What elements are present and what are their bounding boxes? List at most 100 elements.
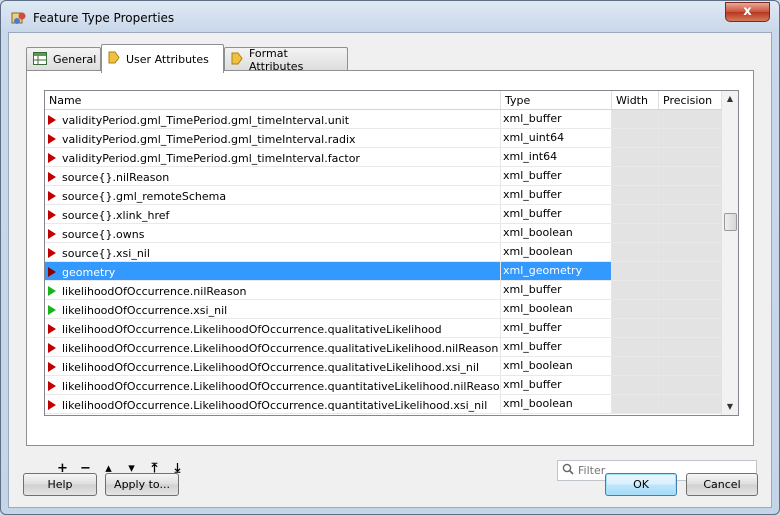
name-cell[interactable]: likelihoodOfOccurrence.LikelihoodOfOccur… bbox=[45, 357, 501, 375]
row-marker-arrow-icon bbox=[48, 229, 56, 239]
scroll-up-arrow-icon[interactable]: ▲ bbox=[722, 91, 738, 107]
width-cell bbox=[612, 224, 659, 242]
type-cell[interactable]: xml_buffer bbox=[501, 110, 612, 128]
tab-general[interactable]: General bbox=[26, 47, 101, 71]
name-cell[interactable]: validityPeriod.gml_TimePeriod.gml_timeIn… bbox=[45, 110, 501, 128]
cancel-button[interactable]: Cancel bbox=[686, 473, 758, 496]
ok-button[interactable]: OK bbox=[605, 473, 677, 496]
type-cell[interactable]: xml_buffer bbox=[501, 186, 612, 204]
precision-cell bbox=[659, 167, 722, 185]
width-cell bbox=[612, 281, 659, 299]
row-marker-arrow-icon bbox=[48, 324, 56, 334]
name-cell[interactable]: source{}.nilReason bbox=[45, 167, 501, 185]
type-cell[interactable]: xml_geometry bbox=[501, 262, 612, 280]
name-cell[interactable]: likelihoodOfOccurrence.LikelihoodOfOccur… bbox=[45, 338, 501, 356]
table-row[interactable]: likelihoodOfOccurrence.LikelihoodOfOccur… bbox=[45, 357, 738, 376]
precision-cell bbox=[659, 110, 722, 128]
help-button[interactable]: Help bbox=[23, 473, 97, 496]
name-cell[interactable]: validityPeriod.gml_TimePeriod.gml_timeIn… bbox=[45, 148, 501, 166]
close-button[interactable]: x bbox=[725, 2, 770, 22]
column-header-precision[interactable]: Precision bbox=[659, 91, 722, 109]
table-row[interactable]: likelihoodOfOccurrence.xsi_nil xml_boolea… bbox=[45, 300, 738, 319]
width-cell bbox=[612, 262, 659, 280]
table-row[interactable]: likelihoodOfOccurrence.LikelihoodOfOccur… bbox=[45, 376, 738, 395]
close-icon: x bbox=[743, 4, 752, 19]
type-cell[interactable]: xml_buffer bbox=[501, 281, 612, 299]
scrollbar-thumb[interactable] bbox=[724, 213, 737, 231]
name-cell[interactable]: source{}.gml_remoteSchema bbox=[45, 186, 501, 204]
precision-cell bbox=[659, 338, 722, 356]
row-marker-arrow-icon bbox=[48, 343, 56, 353]
tab-format-attributes[interactable]: Format Attributes bbox=[224, 46, 348, 73]
row-marker-arrow-icon bbox=[48, 362, 56, 372]
name-cell[interactable]: likelihoodOfOccurrence.LikelihoodOfOccur… bbox=[45, 376, 501, 394]
table-row[interactable]: validityPeriod.gml_TimePeriod.gml_timeIn… bbox=[45, 148, 738, 167]
name-cell[interactable]: geometry bbox=[45, 262, 501, 280]
width-cell bbox=[612, 186, 659, 204]
dialog-body: General User Attributes Format Attribute… bbox=[8, 32, 772, 508]
table-row[interactable]: likelihoodOfOccurrence.LikelihoodOfOccur… bbox=[45, 338, 738, 357]
column-header-width[interactable]: Width bbox=[612, 91, 659, 109]
width-cell bbox=[612, 338, 659, 356]
attribute-name: likelihoodOfOccurrence.LikelihoodOfOccur… bbox=[62, 360, 480, 374]
table-row[interactable]: likelihoodOfOccurrence.LikelihoodOfOccur… bbox=[45, 319, 738, 338]
row-marker-arrow-icon bbox=[48, 134, 56, 144]
title-bar[interactable]: Feature Type Properties x bbox=[1, 1, 779, 35]
type-cell[interactable]: xml_buffer bbox=[501, 319, 612, 337]
table-row[interactable]: validityPeriod.gml_TimePeriod.gml_timeIn… bbox=[45, 110, 738, 129]
tab-format-attributes-label: Format Attributes bbox=[249, 46, 304, 73]
table-row[interactable]: likelihoodOfOccurrence.nilReason xml_buff… bbox=[45, 281, 738, 300]
name-cell[interactable]: validityPeriod.gml_TimePeriod.gml_timeIn… bbox=[45, 129, 501, 147]
table-row[interactable]: validityPeriod.gml_TimePeriod.gml_timeIn… bbox=[45, 129, 738, 148]
name-cell[interactable]: likelihoodOfOccurrence.xsi_nil bbox=[45, 300, 501, 318]
type-cell[interactable]: xml_buffer bbox=[501, 205, 612, 223]
type-cell[interactable]: xml_boolean bbox=[501, 357, 612, 375]
name-cell[interactable]: source{}.owns bbox=[45, 224, 501, 242]
row-marker-arrow-icon bbox=[48, 153, 56, 163]
table-row[interactable]: likelihoodOfOccurrence.LikelihoodOfOccur… bbox=[45, 395, 738, 414]
type-cell[interactable]: xml_buffer bbox=[501, 338, 612, 356]
name-cell[interactable]: source{}.xlink_href bbox=[45, 205, 501, 223]
type-cell[interactable]: xml_buffer bbox=[501, 376, 612, 394]
name-cell[interactable]: likelihoodOfOccurrence.LikelihoodOfOccur… bbox=[45, 319, 501, 337]
type-cell[interactable]: xml_uint64 bbox=[501, 129, 612, 147]
tab-general-label: General bbox=[53, 53, 97, 66]
attribute-name: source{}.nilReason bbox=[62, 170, 170, 184]
width-cell bbox=[612, 319, 659, 337]
attribute-name: validityPeriod.gml_TimePeriod.gml_timeIn… bbox=[62, 113, 350, 127]
vertical-scrollbar[interactable]: ▲ ▼ bbox=[721, 91, 738, 415]
row-marker-arrow-icon bbox=[48, 172, 56, 182]
precision-cell bbox=[659, 129, 722, 147]
column-header-name[interactable]: Name bbox=[45, 91, 501, 109]
apply-to-button[interactable]: Apply to... bbox=[105, 473, 179, 496]
attribute-tag-icon bbox=[108, 51, 120, 67]
scroll-down-arrow-icon[interactable]: ▼ bbox=[722, 399, 738, 415]
row-marker-arrow-icon bbox=[48, 115, 56, 125]
attribute-name: likelihoodOfOccurrence.nilReason bbox=[62, 284, 247, 298]
type-cell[interactable]: xml_boolean bbox=[501, 224, 612, 242]
row-marker-arrow-icon bbox=[48, 381, 56, 391]
table-row[interactable]: source{}.owns xml_boolean bbox=[45, 224, 738, 243]
precision-cell bbox=[659, 395, 722, 413]
column-header-type[interactable]: Type bbox=[501, 91, 612, 109]
tab-user-attributes[interactable]: User Attributes bbox=[101, 44, 224, 73]
precision-cell bbox=[659, 319, 722, 337]
table-body: validityPeriod.gml_TimePeriod.gml_timeIn… bbox=[45, 110, 738, 414]
name-cell[interactable]: likelihoodOfOccurrence.LikelihoodOfOccur… bbox=[45, 395, 501, 413]
table-row[interactable]: source{}.xlink_href xml_buffer bbox=[45, 205, 738, 224]
type-cell[interactable]: xml_boolean bbox=[501, 243, 612, 261]
row-marker-arrow-icon bbox=[48, 191, 56, 201]
type-cell[interactable]: xml_boolean bbox=[501, 395, 612, 413]
type-cell[interactable]: xml_boolean bbox=[501, 300, 612, 318]
type-cell[interactable]: xml_int64 bbox=[501, 148, 612, 166]
table-row[interactable]: source{}.gml_remoteSchema xml_buffer bbox=[45, 186, 738, 205]
type-cell[interactable]: xml_buffer bbox=[501, 167, 612, 185]
table-row[interactable]: source{}.xsi_nil xml_boolean bbox=[45, 243, 738, 262]
table-row[interactable]: geometry xml_geometry bbox=[45, 262, 738, 281]
row-marker-arrow-icon bbox=[48, 248, 56, 258]
name-cell[interactable]: likelihoodOfOccurrence.nilReason bbox=[45, 281, 501, 299]
name-cell[interactable]: source{}.xsi_nil bbox=[45, 243, 501, 261]
table-row[interactable]: source{}.nilReason xml_buffer bbox=[45, 167, 738, 186]
attributes-table: Name Type Width Precision validityPeriod… bbox=[44, 90, 739, 416]
width-cell bbox=[612, 243, 659, 261]
